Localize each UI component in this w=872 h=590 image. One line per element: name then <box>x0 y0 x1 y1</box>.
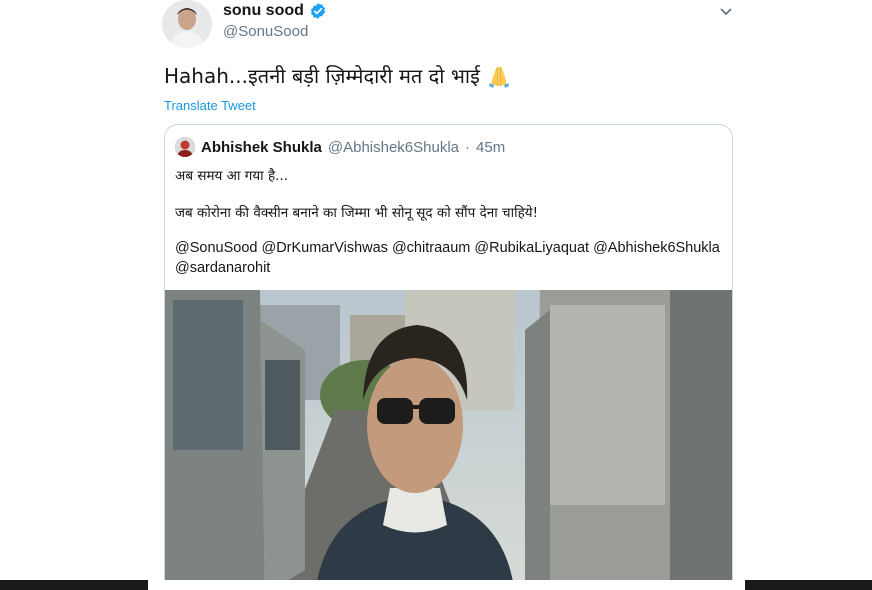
tweet-text-body: Hahah...इतनी बड़ी ज़िम्मेदारी मत दो भाई <box>164 64 480 88</box>
tweet-text: Hahah...इतनी बड़ी ज़िम्मेदारी मत दो भाई <box>164 62 512 89</box>
chevron-down-icon[interactable] <box>719 4 733 18</box>
avatar[interactable] <box>162 0 212 48</box>
quoted-separator: · <box>465 138 471 156</box>
quoted-mentions: @SonuSood @DrKumarVishwas @chitraaum @Ru… <box>175 240 720 276</box>
quoted-text-line-2: जब कोरोना की वैक्सीन बनाने का जिम्मा भी … <box>175 205 539 221</box>
quoted-avatar[interactable] <box>175 137 195 157</box>
quoted-media-photo[interactable] <box>165 290 732 590</box>
quoted-text-line-1: अब समय आ गया है... <box>175 168 288 184</box>
author-name[interactable]: sonu sood <box>223 2 304 20</box>
author-handle[interactable]: @SonuSood <box>223 23 308 40</box>
translate-tweet-link[interactable]: Translate Tweet <box>164 98 256 113</box>
tweet-card: sonu sood @SonuSood Hahah...इतनी बड़ी ज़… <box>148 0 745 590</box>
verified-badge-icon <box>309 2 327 20</box>
right-margin <box>745 0 872 580</box>
left-margin <box>0 0 148 580</box>
quoted-timestamp[interactable]: 45m <box>476 139 505 156</box>
quoted-author-name[interactable]: Abhishek Shukla <box>201 139 322 156</box>
folded-hands-emoji-icon <box>486 63 512 89</box>
bottom-edge <box>0 580 872 590</box>
quoted-tweet[interactable]: Abhishek Shukla @Abhishek6Shukla · 45m अ… <box>164 124 733 590</box>
quoted-author-handle[interactable]: @Abhishek6Shukla <box>328 139 459 156</box>
